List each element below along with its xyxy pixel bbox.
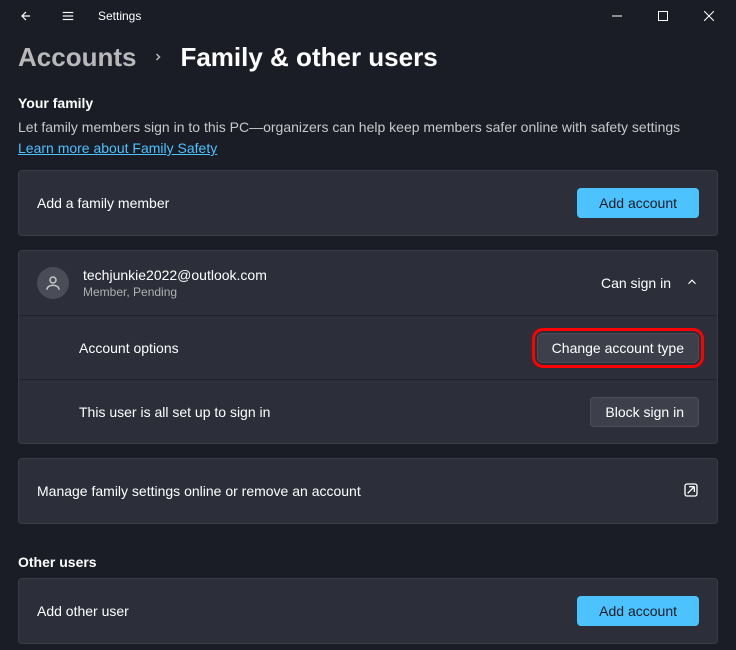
add-family-account-button[interactable]: Add account (577, 188, 699, 218)
add-family-member-row: Add a family member Add account (19, 171, 717, 235)
chevron-up-icon (685, 275, 699, 292)
breadcrumb-parent[interactable]: Accounts (18, 42, 136, 73)
add-other-user-row: Add other user Add account (19, 579, 717, 643)
user-status: Member, Pending (83, 285, 267, 299)
signin-status: Can sign in (601, 275, 671, 291)
account-options-label: Account options (79, 340, 179, 356)
add-family-label: Add a family member (37, 195, 169, 211)
add-other-account-button[interactable]: Add account (577, 596, 699, 626)
other-users-heading: Other users (18, 554, 718, 570)
signin-ready-row: This user is all set up to sign in Block… (19, 379, 717, 443)
minimize-button[interactable] (594, 0, 640, 32)
avatar (37, 267, 69, 299)
change-account-type-button[interactable]: Change account type (537, 333, 699, 363)
manage-family-online-row[interactable]: Manage family settings online or remove … (19, 459, 717, 523)
close-button[interactable] (686, 0, 732, 32)
back-button[interactable] (10, 0, 42, 32)
breadcrumb-current: Family & other users (180, 42, 437, 73)
app-title: Settings (98, 9, 141, 23)
user-email: techjunkie2022@outlook.com (83, 267, 267, 283)
account-options-row: Account options Change account type (19, 315, 717, 379)
family-heading: Your family (18, 95, 718, 111)
manage-online-text: Manage family settings online or remove … (37, 483, 361, 499)
family-member-row[interactable]: techjunkie2022@outlook.com Member, Pendi… (19, 251, 717, 315)
external-link-icon (683, 482, 699, 501)
chevron-right-icon (152, 47, 164, 68)
menu-button[interactable] (52, 0, 84, 32)
signin-ready-text: This user is all set up to sign in (79, 404, 270, 420)
block-signin-button[interactable]: Block sign in (590, 397, 699, 427)
family-description: Let family members sign in to this PC—or… (18, 117, 718, 138)
maximize-button[interactable] (640, 0, 686, 32)
family-safety-link[interactable]: Learn more about Family Safety (18, 140, 217, 156)
breadcrumb: Accounts Family & other users (18, 42, 718, 73)
add-other-label: Add other user (37, 603, 129, 619)
